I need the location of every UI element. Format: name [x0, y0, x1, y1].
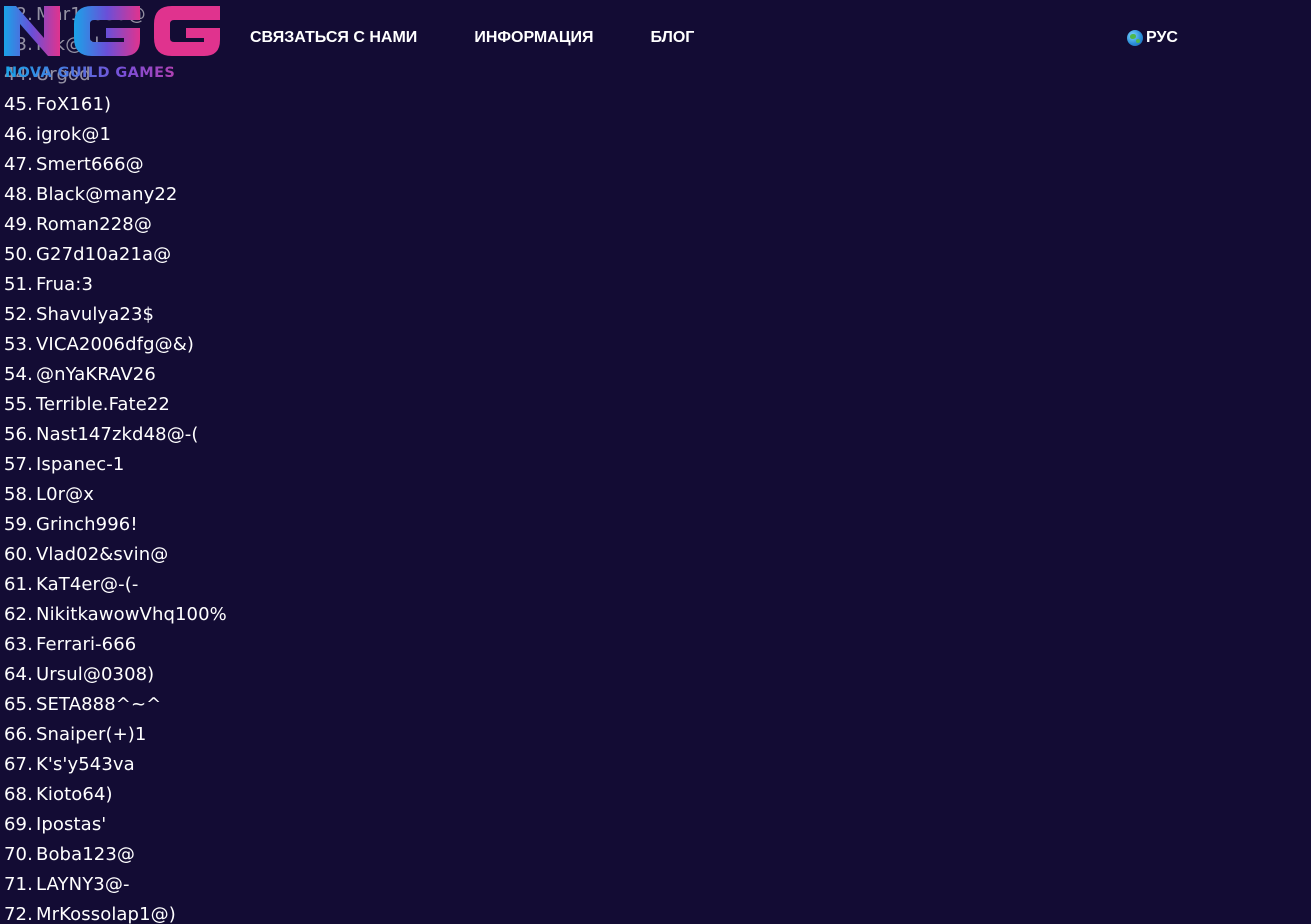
list-item-name: Shavulya23$ [36, 304, 155, 325]
page: 42.Mar1995a@ 43.Nik@ol 44.Urgod 45.FoX16… [0, 0, 1311, 924]
list-item-number: 63. [4, 634, 33, 655]
list-item-name: Terrible.Fate22 [36, 394, 170, 415]
logo-mark-icon [4, 6, 220, 56]
list-item-name: NikitkawowVhq100% [36, 604, 227, 625]
list-item-number: 62. [4, 604, 33, 625]
list-item-number: 67. [4, 754, 33, 775]
language-selector[interactable]: РУС [1127, 26, 1178, 50]
list-item: 48. Black@many22 [4, 180, 227, 210]
list-item-name: FoX161) [36, 94, 112, 115]
list-item: 58. L0r@x [4, 480, 227, 510]
globe-icon [1127, 30, 1143, 46]
list-item-name: K's'y543va [36, 754, 135, 775]
list-item-name: MrKossolap1@) [36, 904, 176, 924]
list-item-name: Snaiper(+)1 [36, 724, 147, 745]
list-item: 70. Boba123@ [4, 840, 227, 870]
list-item: 57. Ispanec-1 [4, 450, 227, 480]
list-item-number: 71. [4, 874, 33, 895]
list-item: 65. SETA888^~^ [4, 690, 227, 720]
list-item-number: 56. [4, 424, 33, 445]
list-item: 50. G27d10a21a@ [4, 240, 227, 270]
list-item-number: 58. [4, 484, 33, 505]
list-item: 62. NikitkawowVhq100% [4, 600, 227, 630]
main-nav: СВЯЗАТЬСЯ С НАМИ ИНФОРМАЦИЯ БЛОГ [250, 26, 694, 50]
list-item-name: Ursul@0308) [36, 664, 155, 685]
list-item-name: LAYNY3@- [36, 874, 130, 895]
list-item-number: 51. [4, 274, 33, 295]
list-item-name: Kioto64) [36, 784, 113, 805]
list-item-number: 50. [4, 244, 33, 265]
list-item-number: 46. [4, 124, 33, 145]
list-item: 59. Grinch996! [4, 510, 227, 540]
list-item: 45. FoX161) [4, 90, 227, 120]
list-item-name: @nYaKRAV26 [36, 364, 156, 385]
list-item-number: 60. [4, 544, 33, 565]
list-item-name: Black@many22 [36, 184, 178, 205]
list-item: 68. Kioto64) [4, 780, 227, 810]
list-item: 51. Frua:3 [4, 270, 227, 300]
list-item: 55. Terrible.Fate22 [4, 390, 227, 420]
list-item-number: 54. [4, 364, 33, 385]
list-item-number: 59. [4, 514, 33, 535]
list-item-name: Ipostas' [36, 814, 107, 835]
list-item-number: 61. [4, 574, 33, 595]
list-item-number: 66. [4, 724, 33, 745]
list-item: 63. Ferrari-666 [4, 630, 227, 660]
list-item: 69. Ipostas' [4, 810, 227, 840]
list-item: 61. KaT4er@-(- [4, 570, 227, 600]
list-item-number: 68. [4, 784, 33, 805]
list-item: 53. VICA2006dfg@&) [4, 330, 227, 360]
list-item-name: Roman228@ [36, 214, 152, 235]
language-label: РУС [1146, 29, 1178, 46]
list-item-name: Grinch996! [36, 514, 138, 535]
list-item-number: 65. [4, 694, 33, 715]
list-item-name: G27d10a21a@ [36, 244, 172, 265]
list-item: 54. @nYaKRAV26 [4, 360, 227, 390]
list-item-name: SETA888^~^ [36, 694, 162, 715]
list-item-number: 52. [4, 304, 33, 325]
list-item: 71. LAYNY3@- [4, 870, 227, 900]
list-item: 60. Vlad02&svin@ [4, 540, 227, 570]
player-list: 42.Mar1995a@ 43.Nik@ol 44.Urgod 45.FoX16… [4, 0, 227, 924]
list-item-number: 49. [4, 214, 33, 235]
list-item-number: 45. [4, 94, 33, 115]
list-item: 52. Shavulya23$ [4, 300, 227, 330]
list-item-number: 55. [4, 394, 33, 415]
list-item-name: igrok@1 [36, 124, 112, 145]
list-item-number: 70. [4, 844, 33, 865]
list-item: 47. Smert666@ [4, 150, 227, 180]
list-item-number: 57. [4, 454, 33, 475]
list-item-number: 53. [4, 334, 33, 355]
list-item-name: L0r@x [36, 484, 95, 505]
list-item: 72. MrKossolap1@) [4, 900, 227, 924]
site-header: NOVA GUILD GAMES СВЯЗАТЬСЯ С НАМИ ИНФОРМ… [0, 0, 1311, 82]
list-item-name: VICA2006dfg@&) [36, 334, 194, 355]
list-item-number: 72. [4, 904, 33, 924]
list-item-number: 48. [4, 184, 33, 205]
nav-item-contact[interactable]: СВЯЗАТЬСЯ С НАМИ [250, 26, 417, 50]
list-item-name: Ferrari-666 [36, 634, 137, 655]
list-item: 64. Ursul@0308) [4, 660, 227, 690]
list-item: 67. K's'y543va [4, 750, 227, 780]
nav-item-blog[interactable]: БЛОГ [651, 26, 695, 50]
list-item-name: Vlad02&svin@ [36, 544, 169, 565]
list-item-name: Frua:3 [36, 274, 93, 295]
list-item-number: 69. [4, 814, 33, 835]
list-item-number: 47. [4, 154, 33, 175]
site-logo[interactable]: NOVA GUILD GAMES [4, 0, 220, 82]
list-item: 66. Snaiper(+)1 [4, 720, 227, 750]
logo-tagline: NOVA GUILD GAMES [5, 65, 221, 81]
list-item-name: Ispanec-1 [36, 454, 125, 475]
list-item-name: Boba123@ [36, 844, 135, 865]
list-item-number: 64. [4, 664, 33, 685]
list-item-name: KaT4er@-(- [36, 574, 139, 595]
list-item: 46. igrok@1 [4, 120, 227, 150]
list-item: 56. Nast147zkd48@-( [4, 420, 227, 450]
list-item-name: Nast147zkd48@-( [36, 424, 199, 445]
list-item-name: Smert666@ [36, 154, 144, 175]
nav-item-information[interactable]: ИНФОРМАЦИЯ [474, 26, 593, 50]
list-item: 49. Roman228@ [4, 210, 227, 240]
